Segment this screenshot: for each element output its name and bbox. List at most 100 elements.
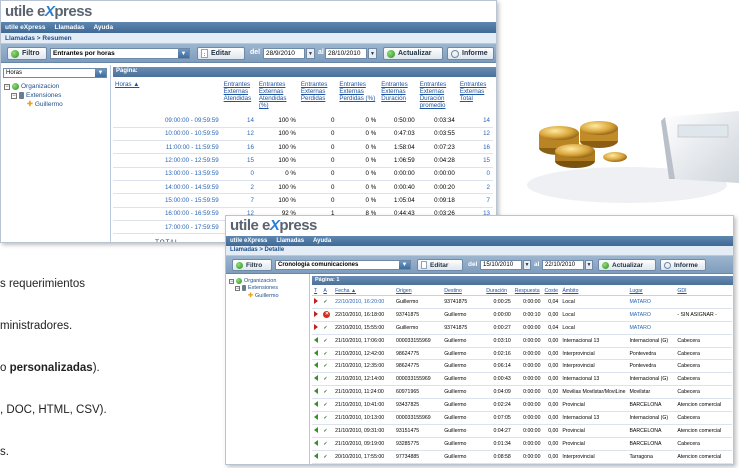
report-button[interactable]: Informe xyxy=(447,47,494,60)
report-type-select[interactable]: Cronología comunicaciones ▼ xyxy=(275,260,411,270)
calendar-icon[interactable]: ▼ xyxy=(523,260,531,270)
value-cell: 0 xyxy=(457,167,493,181)
table-row[interactable]: ✕ 22/10/2010, 16:18:00 93741875 Guillermo 0:… xyxy=(312,308,732,322)
column-header[interactable]: Entrantes Externas Atendidas (%) xyxy=(257,80,299,114)
table-row[interactable]: ✓ 21/10/2010, 17:06:00 000033155969 Guiller… xyxy=(312,334,732,348)
column-header[interactable]: A xyxy=(321,287,334,296)
date-from-input[interactable]: 15/10/2010 xyxy=(480,260,522,270)
menu-item[interactable]: Ayuda xyxy=(313,238,331,244)
coste-cell: 0,00 xyxy=(542,463,561,464)
fecha-cell: 22/10/2010, 15:55:00 xyxy=(333,321,395,335)
calendar-icon[interactable]: ▼ xyxy=(368,48,377,59)
tree-node-extensiones[interactable]: − Extensiones xyxy=(235,285,278,292)
column-header[interactable]: GDI xyxy=(675,287,732,296)
column-header[interactable]: Entrantes Externas Total xyxy=(458,80,493,114)
table-row[interactable]: 15:00:00 - 15:59:59 7 100 % 0 0 % 1:05:04 0:09… xyxy=(113,193,493,208)
table-row[interactable]: ✓20/10/2010, 17:34:0091548885Guillermo0:… xyxy=(312,463,732,464)
table-row[interactable]: 10:00:00 - 10:59:59 12 100 % 0 0 % 0:47:03 0:0… xyxy=(113,127,493,142)
column-header[interactable]: Fecha ▲ xyxy=(333,287,395,296)
column-header[interactable]: Entrantes Externas Duración xyxy=(379,80,417,114)
table-row[interactable]: ✓ 21/10/2010, 09:31:00 93151475 Guillermo 0:… xyxy=(312,424,732,438)
column-header[interactable]: Respuesta xyxy=(512,287,543,296)
column-header[interactable]: Entrantes Externas Perdidas xyxy=(299,80,337,114)
column-header[interactable]: T xyxy=(312,287,322,296)
fecha-cell: 21/10/2010, 12:42:00 xyxy=(333,347,395,361)
table-row[interactable]: ✓ 21/10/2010, 10:41:00 93437825 Guillermo 0:… xyxy=(312,398,732,413)
answered-check-icon: ✓ xyxy=(323,376,328,383)
direction-cell xyxy=(312,411,322,425)
origen-cell: 93285775 xyxy=(394,437,443,451)
column-header[interactable]: Entrantes Externas Perdidas (%) xyxy=(337,80,379,114)
table-row[interactable]: 09:00:00 - 09:59:59 14 100 % 0 0 % 0:50:00 0:0… xyxy=(113,114,493,128)
value-cell: 14 xyxy=(457,114,493,128)
answered-check-icon: ✓ xyxy=(323,453,328,460)
report-type-select[interactable]: Entrantes por horas ▼ xyxy=(50,48,190,59)
tree-node-extensiones[interactable]: − Extensiones xyxy=(11,92,61,99)
date-from-input[interactable]: 28/9/2010 xyxy=(263,48,305,59)
tree-node-guillermo[interactable]: ✚ Guillermo xyxy=(248,292,279,300)
table-row[interactable]: ✓ 21/10/2010, 10:13:00 000033155969 Guiller… xyxy=(312,411,732,425)
gdi-cell: Cabecera xyxy=(675,347,732,361)
column-header[interactable]: Lugar xyxy=(627,287,676,296)
table-row[interactable]: ✓ 21/10/2010, 09:19:00 93285775 Guillermo 0:… xyxy=(312,437,732,451)
ambito-cell: Local xyxy=(560,321,628,335)
column-header[interactable]: Entrantes Externas Atendidas xyxy=(222,80,257,114)
outgoing-arrow-icon xyxy=(314,336,318,343)
collapse-icon: − xyxy=(11,92,17,99)
date-to-input[interactable]: 22/10/2010 xyxy=(542,260,584,270)
column-header[interactable]: Destino xyxy=(442,287,485,296)
column-header[interactable]: Horas ▲ xyxy=(113,80,222,114)
table-row[interactable]: ✓ 22/10/2010, 16:20:00 Guillermo 93741875 0:… xyxy=(312,295,732,309)
table-row[interactable]: ✓ 21/10/2010, 12:35:00 98624775 Guillermo 0:… xyxy=(312,359,732,374)
update-button[interactable]: Actualizar xyxy=(383,47,443,60)
tree-panel: Horas ▼ − Organizacion − Extensiones ✚ Guill… xyxy=(1,65,111,242)
column-header[interactable]: Coste xyxy=(542,287,561,296)
to-label: al xyxy=(534,261,540,268)
tree-node-guillermo[interactable]: ✚ Guillermo xyxy=(27,100,63,109)
table-row[interactable]: 13:00:00 - 13:59:59 0 0 % 0 0 % 0:00:00 0:00:0… xyxy=(113,167,493,181)
table-row[interactable]: 14:00:00 - 14:59:59 2 100 % 0 0 % 0:00:40 0:00… xyxy=(113,180,493,195)
calendar-icon[interactable]: ▼ xyxy=(585,260,593,270)
report-button[interactable]: Informe xyxy=(660,259,706,271)
gdi-cell: Atencion comercial xyxy=(675,424,732,438)
status-cell: ✓ xyxy=(321,385,334,400)
calendar-icon[interactable]: ▼ xyxy=(306,48,315,59)
table-row[interactable]: ✓ 21/10/2010, 12:14:00 000033155969 Guiller… xyxy=(312,372,732,387)
coste-cell: 0,04 xyxy=(542,321,561,335)
table-row[interactable]: ✓ 22/10/2010, 15:55:00 Guillermo 93741875 0:… xyxy=(312,321,732,335)
edit-button[interactable]: Editar xyxy=(197,47,245,60)
menu-item[interactable]: Llamadas xyxy=(276,238,304,244)
menu-item[interactable]: Ayuda xyxy=(93,24,113,31)
date-to-input[interactable]: 28/10/2010 xyxy=(325,48,367,59)
update-button[interactable]: Actualizar xyxy=(598,259,656,271)
table-row[interactable]: 11:00:00 - 11:59:59 16 100 % 0 0 % 1:58:04 0:0… xyxy=(113,140,493,155)
table-row[interactable]: 12:00:00 - 12:59:59 15 100 % 0 0 % 1:06:59 0:0… xyxy=(113,153,493,168)
menu-item[interactable]: utile eXpress xyxy=(5,24,45,31)
table-row[interactable]: ✓ 21/10/2010, 12:42:00 98624775 Guillermo 0:… xyxy=(312,347,732,361)
direction-cell xyxy=(312,398,322,413)
menu-item[interactable]: utile eXpress xyxy=(230,238,267,244)
value-cell: 0 xyxy=(298,193,338,208)
table-row[interactable]: ✓ 20/10/2010, 17:55:00 97734885 Guillermo 0:… xyxy=(312,450,732,464)
column-header[interactable]: Duración xyxy=(484,287,513,296)
table-row[interactable]: ✓ 21/10/2010, 11:24:00 60971965 Guillermo 0:… xyxy=(312,385,732,400)
group-by-select[interactable]: Horas ▼ xyxy=(3,68,107,78)
outgoing-arrow-icon xyxy=(314,362,318,369)
edit-button[interactable]: Editar xyxy=(417,259,463,271)
filter-button[interactable]: Filtro xyxy=(7,47,47,60)
column-header[interactable]: Entrantes Externas Duración promedio xyxy=(418,80,458,114)
direction-cell xyxy=(312,372,322,387)
tree-node-organizacion[interactable]: − Organizacion xyxy=(4,83,59,90)
menu-item[interactable]: Llamadas xyxy=(54,24,84,31)
app-logo: utile eXpress xyxy=(230,217,317,234)
pagination-header: Página: 1 xyxy=(312,276,733,285)
filter-button[interactable]: Filtro xyxy=(232,259,272,271)
coste-cell: 0,00 xyxy=(542,372,561,387)
answered-check-icon: ✓ xyxy=(323,402,328,409)
column-header[interactable]: Origen xyxy=(394,287,443,296)
column-header[interactable]: Ámbito xyxy=(560,287,628,296)
direction-cell xyxy=(312,437,322,451)
value-cell: 2 xyxy=(457,180,493,195)
value-cell: 1:05:04 xyxy=(379,193,418,208)
tree-node-organizacion[interactable]: − Organizacion xyxy=(229,278,276,285)
